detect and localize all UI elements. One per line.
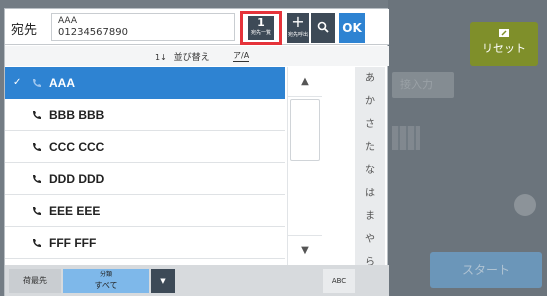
scroll-top-button[interactable]: ▲ xyxy=(288,67,322,97)
direct-input-button: 接入力 xyxy=(392,72,454,98)
sort-label: 並び替え xyxy=(173,53,210,63)
destination-count-value: 1 xyxy=(257,16,265,29)
check-icon: ✓ xyxy=(13,77,22,88)
dialog-header: 宛先 AAA 01234567890 1 宛先一覧 + 宛先呼出 OK xyxy=(5,9,389,45)
phone-icon xyxy=(33,79,41,87)
list-item[interactable]: CCC CCC xyxy=(5,131,285,163)
contact-list: ✓ AAA BBB BBB CCC CCC DDD DDD EEE EEE FF… xyxy=(5,67,285,263)
kana-index-item[interactable]: や xyxy=(355,228,385,251)
destination-list-button[interactable]: 1 宛先一覧 xyxy=(240,11,282,45)
double-chevron-down-icon: ▼ xyxy=(301,245,309,256)
kana-index: あ か さ た な は ま や ら わ xyxy=(323,67,389,296)
pencil-icon xyxy=(499,29,509,37)
category-value: すべて xyxy=(94,281,118,290)
contact-name: DDD DDD xyxy=(49,172,105,186)
contact-name: BBB BBB xyxy=(49,108,105,122)
sort-bar: 1↓ 並び替え ア/A xyxy=(5,46,389,66)
ok-button[interactable]: OK xyxy=(339,13,365,43)
start-button: スタート xyxy=(430,252,542,288)
contact-name: FFF FFF xyxy=(49,236,97,250)
phone-icon xyxy=(33,143,41,151)
scroll-bottom-button[interactable]: ▼ xyxy=(288,235,322,265)
list-item[interactable]: DDD DDD xyxy=(5,163,285,195)
kana-index-item[interactable]: た xyxy=(355,136,385,159)
kana-index-item[interactable]: か xyxy=(355,90,385,113)
sort-mode-toggle[interactable]: ア/A xyxy=(233,50,250,62)
phone-icon xyxy=(33,175,41,183)
kana-index-item[interactable]: さ xyxy=(355,113,385,136)
sort-button[interactable]: 1↓ 並び替え xyxy=(155,50,210,63)
address-book-dialog: 宛先 AAA 01234567890 1 宛先一覧 + 宛先呼出 OK 1↓ 並… xyxy=(4,8,389,296)
contact-name: CCC CCC xyxy=(49,140,105,154)
phone-icon xyxy=(33,111,41,119)
circle-button xyxy=(514,194,536,216)
kana-index-item[interactable]: あ xyxy=(355,67,385,90)
reset-button[interactable]: リセット xyxy=(470,22,538,66)
chevron-down-icon: ▼ xyxy=(160,277,166,285)
plus-icon: + xyxy=(291,12,305,31)
contact-name: AAA xyxy=(49,76,75,90)
category-dropdown-button[interactable]: ▼ xyxy=(151,269,175,293)
destination-count-sub: 宛先一覧 xyxy=(250,30,271,36)
destination-count: 1 宛先一覧 xyxy=(248,16,274,40)
list-item[interactable]: ✓ AAA xyxy=(5,67,285,99)
scroll-thumb[interactable] xyxy=(290,99,320,161)
list-item[interactable]: EEE EEE xyxy=(5,195,285,227)
to-label: 宛先 xyxy=(11,23,38,38)
abc-index-button[interactable]: ABC xyxy=(323,269,355,293)
favorites-tab[interactable]: 荷最先 xyxy=(9,269,61,293)
double-chevron-up-icon: ▲ xyxy=(301,76,309,87)
contact-name: EEE EEE xyxy=(49,204,101,218)
destination-name: AAA xyxy=(58,16,77,26)
kana-index-column: あ か さ た な は ま や ら わ xyxy=(355,67,385,296)
keypad-icon xyxy=(392,126,420,150)
search-icon xyxy=(317,21,329,33)
phone-icon xyxy=(33,207,41,215)
kana-index-item[interactable]: ま xyxy=(355,205,385,228)
category-label: 分類 xyxy=(99,271,112,278)
reset-label: リセット xyxy=(482,42,526,55)
kana-index-item[interactable]: は xyxy=(355,182,385,205)
dialog-footer: 荷最先 分類 すべて ▼ ABC xyxy=(5,265,389,296)
list-item[interactable]: BBB BBB xyxy=(5,99,285,131)
add-destination-button[interactable]: + 宛先呼出 xyxy=(287,13,309,43)
search-button[interactable] xyxy=(311,13,335,43)
destination-number: 01234567890 xyxy=(58,27,128,38)
phone-icon xyxy=(33,239,41,247)
list-scrollbar[interactable]: ▲ ▼ xyxy=(287,67,322,265)
category-selector[interactable]: 分類 すべて xyxy=(63,269,149,293)
list-item[interactable]: FFF FFF xyxy=(5,227,285,259)
sort-icon: 1↓ xyxy=(155,53,167,62)
kana-index-item[interactable]: な xyxy=(355,159,385,182)
add-destination-sub: 宛先呼出 xyxy=(287,32,308,38)
destination-field[interactable]: AAA 01234567890 xyxy=(51,13,235,41)
